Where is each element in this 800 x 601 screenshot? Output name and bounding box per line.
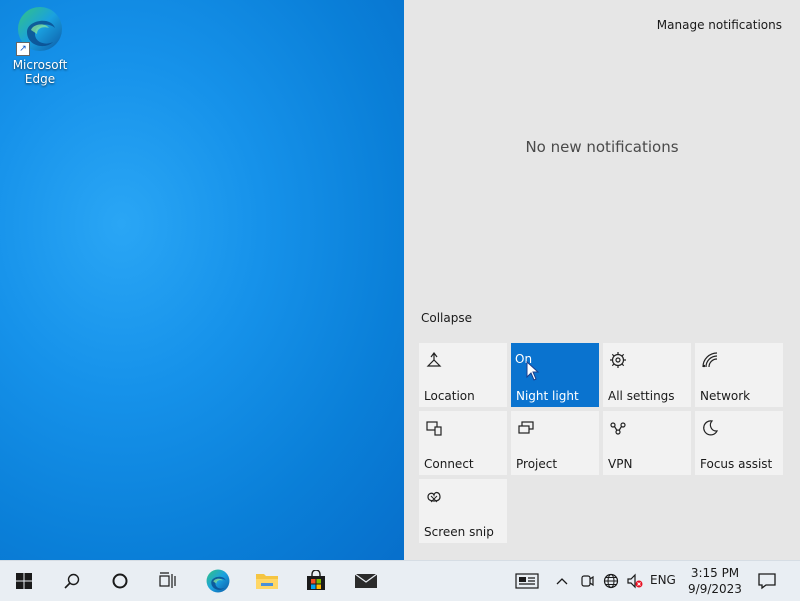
language-indicator[interactable]: ENG (650, 573, 676, 587)
tile-screen-snip[interactable]: Screen snip (419, 479, 507, 543)
task-view-icon (159, 572, 176, 588)
search-button[interactable] (48, 561, 96, 601)
meet-now-icon (581, 575, 594, 587)
tile-label: Network (700, 389, 751, 403)
search-icon (64, 573, 80, 589)
desktop-icon-edge[interactable]: ↗ Microsoft Edge (6, 4, 74, 88)
edge-icon (206, 569, 230, 593)
mail-button[interactable] (342, 561, 390, 601)
tile-focus-assist[interactable]: Focus assist (695, 411, 783, 475)
tile-vpn[interactable]: VPN (603, 411, 691, 475)
quick-actions-grid: Location On Night light All settings Net… (419, 343, 783, 543)
tile-label: VPN (608, 457, 633, 471)
start-icon (16, 573, 32, 589)
gear-icon (610, 352, 626, 368)
tile-label: Project (516, 457, 558, 471)
taskbar: ENG 3:15 PM 9/9/2023 (0, 560, 800, 601)
vpn-icon (610, 422, 626, 435)
collapse-link[interactable]: Collapse (421, 311, 472, 325)
moon-icon (703, 420, 719, 436)
tile-network[interactable]: Network (695, 343, 783, 407)
tile-night-light[interactable]: On Night light (511, 343, 599, 407)
store-icon (307, 570, 325, 590)
desktop[interactable]: ↗ Microsoft Edge (0, 0, 404, 560)
network-tray-button[interactable] (600, 561, 622, 601)
tile-label: Night light (516, 389, 579, 403)
shortcut-arrow-icon: ↗ (16, 42, 30, 56)
clock-time: 3:15 PM (690, 566, 740, 580)
chevron-up-icon (556, 578, 568, 585)
tile-label: Screen snip (424, 525, 494, 539)
tile-project[interactable]: Project (511, 411, 599, 475)
project-icon (518, 421, 534, 434)
taskbar-edge-button[interactable] (194, 561, 242, 601)
location-icon (426, 352, 442, 367)
cortana-icon (112, 573, 128, 589)
tile-label: Connect (424, 457, 474, 471)
tile-location[interactable]: Location (419, 343, 507, 407)
notification-icon (758, 573, 776, 590)
clock[interactable]: 3:15 PM 9/9/2023 (682, 565, 748, 597)
news-button[interactable] (512, 561, 542, 601)
store-button[interactable] (292, 561, 340, 601)
tile-all-settings[interactable]: All settings (603, 343, 691, 407)
volume-muted-icon (627, 573, 643, 589)
empty-notifications-text: No new notifications (525, 138, 679, 156)
task-view-button[interactable] (144, 561, 192, 601)
meet-now-button[interactable] (577, 561, 597, 601)
tile-label: All settings (608, 389, 675, 403)
screen-snip-icon (427, 491, 441, 503)
start-button[interactable] (0, 561, 48, 601)
connect-icon (426, 421, 442, 436)
cortana-button[interactable] (96, 561, 144, 601)
show-hidden-icons-button[interactable] (553, 561, 571, 601)
action-center-button[interactable] (752, 561, 782, 601)
network-globe-icon (603, 573, 619, 589)
volume-button[interactable] (624, 561, 646, 601)
tile-label: Location (424, 389, 475, 403)
mouse-cursor-icon (526, 361, 540, 381)
manage-notifications-link[interactable]: Manage notifications (657, 18, 782, 32)
network-icon (702, 352, 718, 368)
clock-date: 9/9/2023 (688, 582, 742, 596)
file-explorer-button[interactable] (243, 561, 291, 601)
desktop-icon-label: Microsoft Edge (12, 58, 68, 86)
file-explorer-icon (256, 574, 278, 589)
mail-icon (354, 573, 378, 588)
tile-label: Focus assist (700, 457, 773, 471)
tile-connect[interactable]: Connect (419, 411, 507, 475)
action-center: Manage notifications No new notification… (404, 0, 800, 560)
news-icon (515, 573, 539, 589)
